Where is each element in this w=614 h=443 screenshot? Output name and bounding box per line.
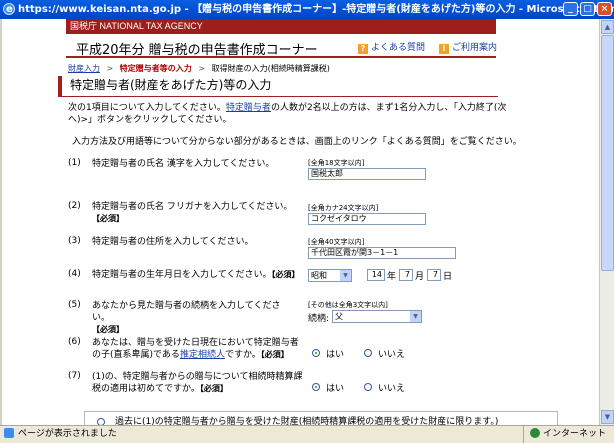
birth-year-input[interactable]: 14 xyxy=(367,269,385,281)
question-icon: ? xyxy=(358,44,368,54)
day-unit: 日 xyxy=(443,272,453,282)
required-badge: 【必須】 xyxy=(92,214,124,223)
q1-text: 特定贈与者の氏名 漢字を入力してください。 xyxy=(92,159,275,169)
year-unit: 年 xyxy=(387,272,397,282)
status-bar: ページが表示されました インターネット xyxy=(0,425,614,443)
donor-name-kana-input[interactable]: コクゼイタロウ xyxy=(308,213,426,225)
past-gift-label: 過去に(1)の特定贈与者から贈与を受けた財産(相続時精算課税の適用を受けた財産に… xyxy=(115,417,499,425)
window-controls: _ □ × xyxy=(563,2,612,16)
guide-icon: i xyxy=(439,44,450,54)
top-links: ? よくある質問 i ご利用案内 xyxy=(358,40,497,54)
q7-yes-label: はい xyxy=(326,384,345,394)
past-gift-radio[interactable] xyxy=(97,418,105,425)
q2-hint: [全角カナ24文字以内] xyxy=(308,204,379,212)
scroll-down-arrow-icon[interactable]: ▼ xyxy=(601,410,614,424)
breadcrumb-item-acquired-assets: 取得財産の入力(相続時精算課税) xyxy=(211,64,330,73)
page-viewport: 国税庁 NATIONAL TAX AGENCY 平成20年分 贈与税の申告書作成… xyxy=(2,19,599,425)
scroll-up-arrow-icon[interactable]: ▲ xyxy=(601,20,614,34)
q5-number: (5) xyxy=(68,300,81,310)
q6-yes-radio[interactable] xyxy=(312,349,320,357)
required-badge: 【必須】 xyxy=(271,270,300,279)
window-title: https://www.keisan.nta.go.jp - 【贈与税の申告書作… xyxy=(18,4,614,15)
chevron-down-icon: ▼ xyxy=(340,270,351,281)
q1-number: (1) xyxy=(68,158,81,168)
q7-number: (7) xyxy=(68,371,81,381)
required-badge: 【必須】 xyxy=(199,384,228,393)
faq-link[interactable]: ? よくある質問 xyxy=(358,40,425,54)
required-badge: 【必須】 xyxy=(92,325,124,334)
header-divider xyxy=(66,56,496,58)
q7-yes-radio[interactable] xyxy=(312,383,320,391)
birth-day-input[interactable]: 7 xyxy=(427,269,441,281)
presumptive-heir-link[interactable]: 推定相続人 xyxy=(180,350,225,360)
relation-label: 続柄: xyxy=(308,314,330,324)
status-text: ページが表示されました xyxy=(18,429,117,439)
q2-number: (2) xyxy=(68,201,81,211)
q2-text: 特定贈与者の氏名 フリガナを入力してください。 【必須】 xyxy=(92,202,293,223)
donor-address-input[interactable]: 千代田区霞が関3－1－1 xyxy=(308,247,456,259)
window-titlebar: https://www.keisan.nta.go.jp - 【贈与税の申告書作… xyxy=(0,0,614,19)
internet-explorer-icon xyxy=(3,0,15,19)
q1-hint: [全角18文字以内] xyxy=(308,159,365,167)
q6-text: あなたは、贈与を受けた日現在において特定贈与者の子(直系卑属)である推定相続人で… xyxy=(92,338,299,360)
q6-yes-label: はい xyxy=(326,350,345,360)
section-title: 特定贈与者(財産をあげた方)等の入力 xyxy=(58,76,498,97)
guide-link[interactable]: i ご利用案内 xyxy=(439,40,497,54)
q6-no-label: いいえ xyxy=(378,350,406,360)
intro-help-text: 入力方法及び用語等について分からない部分があるときは、画面上のリンク「よくある質… xyxy=(72,137,522,147)
q3-text: 特定贈与者の住所を入力してください。 xyxy=(92,237,254,247)
chevron-down-icon: ▼ xyxy=(410,311,421,322)
nta-brand-banner: 国税庁 NATIONAL TAX AGENCY xyxy=(66,19,496,34)
q5-text: あなたから見た贈与者の続柄を入力してください。 【必須】 xyxy=(92,301,281,334)
minimize-button[interactable]: _ xyxy=(563,2,578,16)
breadcrumb-item-current: 特定贈与者等の入力 xyxy=(119,64,192,73)
scroll-thumb[interactable] xyxy=(601,35,614,271)
q4-number: (4) xyxy=(68,269,81,279)
intro-text: 次の1項目について入力してください。特定贈与者の人数が2名以上の方は、まず1名分… xyxy=(68,103,507,125)
maximize-button[interactable]: □ xyxy=(580,2,595,16)
q5-hint: [その他は全角3文字以内] xyxy=(308,301,388,309)
q3-number: (3) xyxy=(68,236,81,246)
q6-number: (6) xyxy=(68,337,81,347)
relation-select[interactable]: 父 ▼ xyxy=(332,310,422,323)
page-icon xyxy=(4,428,14,438)
specified-donor-link[interactable]: 特定贈与者 xyxy=(226,103,271,113)
breadcrumb-separator: > xyxy=(198,64,206,73)
birth-era-select[interactable]: 昭和 ▼ xyxy=(308,269,352,282)
breadcrumb-separator: > xyxy=(106,64,114,73)
globe-icon xyxy=(529,428,540,438)
vertical-scrollbar[interactable]: ▲ ▼ xyxy=(599,19,614,425)
breadcrumb-item-asset-input[interactable]: 財産入力 xyxy=(68,64,100,73)
breadcrumb: 財産入力 > 特定贈与者等の入力 > 取得財産の入力(相続時精算課税) xyxy=(68,63,330,74)
security-zone: インターネット xyxy=(522,426,606,443)
q4-text: 特定贈与者の生年月日を入力してください。【必須】 xyxy=(92,270,300,280)
required-badge: 【必須】 xyxy=(260,350,289,359)
q6-no-radio[interactable] xyxy=(364,349,372,357)
q3-hint: [全角40文字以内] xyxy=(308,238,365,246)
birth-month-input[interactable]: 7 xyxy=(399,269,413,281)
q7-text: (1)の、特定贈与者からの贈与について相続時精算課税の適用は初めてですか。【必須… xyxy=(92,372,303,394)
month-unit: 月 xyxy=(415,272,425,282)
q7-no-label: いいえ xyxy=(378,384,406,394)
past-gift-option: 過去に(1)の特定贈与者から贈与を受けた財産(相続時精算課税の適用を受けた財産に… xyxy=(84,411,558,425)
q7-no-radio[interactable] xyxy=(364,383,372,391)
donor-name-kanji-input[interactable]: 国税太郎 xyxy=(308,168,426,180)
close-button[interactable]: × xyxy=(597,2,612,16)
